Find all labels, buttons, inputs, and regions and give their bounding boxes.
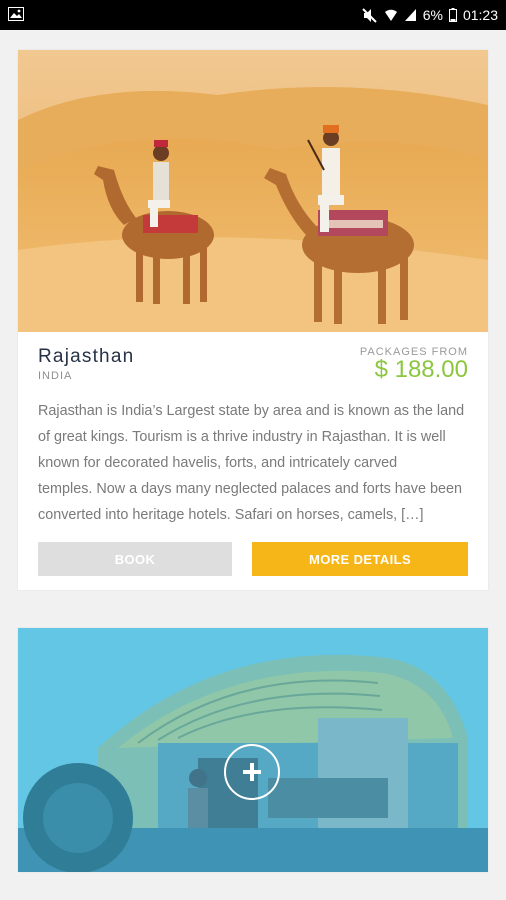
clock: 01:23 — [462, 7, 498, 23]
signal-icon — [404, 8, 417, 22]
destination-country: INDIA — [38, 370, 73, 382]
add-icon[interactable] — [224, 744, 280, 800]
destination-image[interactable] — [18, 50, 488, 332]
battery-percent: 6% — [422, 7, 443, 23]
book-button[interactable]: BOOK — [38, 542, 232, 576]
more-details-button[interactable]: MORE DETAILS — [252, 542, 468, 576]
mute-icon — [362, 7, 378, 23]
desert-camels-illustration — [18, 50, 488, 332]
destination-list: Rajasthan INDIA PACKAGES FROM $ 188.00 R… — [0, 30, 506, 872]
gallery-icon — [8, 6, 24, 24]
destination-description: Rajasthan is India’s Largest state by ar… — [38, 403, 469, 523]
package-price: $ 188.00 — [374, 356, 468, 383]
battery-icon — [448, 8, 457, 22]
destination-card — [18, 628, 488, 872]
destination-image[interactable] — [18, 628, 488, 872]
status-bar: 6% 01:23 — [0, 0, 506, 30]
wifi-icon — [384, 8, 398, 22]
destination-title[interactable]: Rajasthan — [38, 346, 134, 368]
destination-card: Rajasthan INDIA PACKAGES FROM $ 188.00 R… — [18, 50, 488, 590]
